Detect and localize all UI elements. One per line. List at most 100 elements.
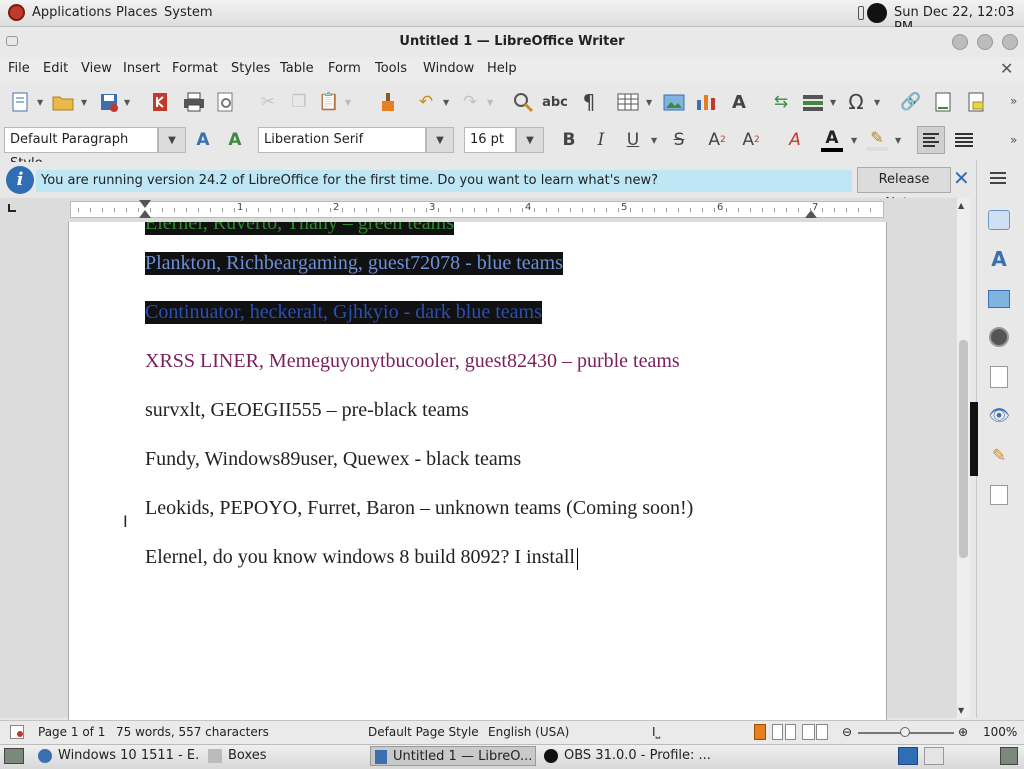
align-justify-icon[interactable] [950, 126, 978, 154]
menu-view[interactable]: View [81, 61, 112, 76]
taskbar-item-windows10[interactable]: Windows 10 1511 - E... [38, 746, 200, 766]
sidebar-menu-icon[interactable] [990, 172, 1006, 184]
highlight-color-icon[interactable]: ✎ [864, 128, 890, 152]
sidebar-collapse-handle[interactable] [970, 402, 978, 476]
align-left-icon[interactable] [917, 126, 945, 154]
font-color-dropdown-icon[interactable]: ▼ [851, 136, 857, 145]
redo-icon[interactable]: ↷ [457, 89, 483, 115]
new-style-icon[interactable]: A [222, 127, 248, 153]
menu-tools[interactable]: Tools [375, 61, 407, 76]
document-line[interactable]: Plankton, Richbeargaming, guest72078 - b… [145, 252, 563, 275]
show-desktop-icon[interactable] [4, 748, 24, 764]
highlight-dropdown-icon[interactable]: ▼ [895, 136, 901, 145]
clear-formatting-icon[interactable]: A [782, 127, 808, 153]
superscript-icon[interactable]: A2 [704, 127, 730, 153]
insert-comment-icon[interactable] [963, 89, 989, 115]
menu-format[interactable]: Format [172, 61, 218, 76]
minimize-button[interactable] [952, 34, 968, 50]
language[interactable]: English (USA) [488, 725, 569, 739]
insert-table-icon[interactable] [615, 89, 641, 115]
toolbar-overflow-icon[interactable]: » [1010, 94, 1017, 108]
special-character-dropdown-icon[interactable]: ▼ [874, 98, 880, 107]
properties-icon[interactable] [988, 210, 1010, 230]
cut-icon[interactable]: ✂ [255, 89, 281, 115]
undo-dropdown-icon[interactable]: ▼ [443, 98, 449, 107]
redo-dropdown-icon[interactable]: ▼ [487, 98, 493, 107]
obs-tray-icon[interactable] [867, 3, 887, 23]
strikethrough-icon[interactable]: S [666, 127, 692, 153]
zoom-out-icon[interactable]: ⊖ [842, 725, 852, 739]
formatting-marks-icon[interactable]: ¶ [576, 89, 602, 115]
menu-system[interactable]: System [164, 5, 212, 20]
close-infobar-icon[interactable]: ✕ [953, 166, 970, 190]
menu-table[interactable]: Table [280, 61, 314, 76]
clone-formatting-icon[interactable] [375, 89, 401, 115]
menu-insert[interactable]: Insert [123, 61, 160, 76]
document-line[interactable]: Leokids, PEPOYO, Furret, Baron – unknown… [145, 497, 693, 520]
print-icon[interactable] [181, 89, 207, 115]
new-dropdown-icon[interactable]: ▼ [37, 98, 43, 107]
document-line[interactable]: XRSS LINER, Memeguyonytbucooler, guest82… [145, 350, 680, 373]
indent-marker-icon[interactable] [139, 200, 151, 208]
menu-window[interactable]: Window [423, 61, 474, 76]
bold-icon[interactable]: B [556, 127, 582, 153]
field-dropdown-icon[interactable]: ▼ [830, 98, 836, 107]
document-line[interactable]: Elernel, Ruverto, Thany – green teams [145, 222, 454, 235]
navigator-icon[interactable] [989, 327, 1009, 347]
workspace-1-icon[interactable] [898, 747, 918, 765]
styles-icon[interactable]: A [986, 246, 1012, 272]
paste-dropdown-icon[interactable]: ▼ [345, 98, 351, 107]
menu-applications[interactable]: Applications [32, 5, 111, 20]
scroll-up-icon[interactable]: ▲ [958, 201, 964, 210]
document-line[interactable]: Fundy, Windows89user, Quewex - black tea… [145, 448, 521, 471]
document-modified-icon[interactable] [10, 725, 24, 739]
italic-icon[interactable]: I [588, 127, 614, 153]
document-text[interactable]: Elernel, Ruverto, Thany – green teams Pla… [68, 222, 885, 720]
menu-help[interactable]: Help [487, 61, 517, 76]
battery-icon[interactable] [858, 6, 864, 20]
table-dropdown-icon[interactable]: ▼ [646, 98, 652, 107]
menu-edit[interactable]: Edit [43, 61, 68, 76]
special-character-icon[interactable]: Ω [843, 89, 869, 115]
menu-form[interactable]: Form [328, 61, 361, 76]
new-document-icon[interactable] [7, 89, 33, 115]
design-icon[interactable] [990, 485, 1008, 505]
underline-dropdown-icon[interactable]: ▼ [651, 136, 657, 145]
zoom-level[interactable]: 100% [983, 725, 1017, 739]
insert-mode-icon[interactable]: I⎵ [652, 725, 660, 740]
subscript-icon[interactable]: A2 [738, 127, 764, 153]
insert-image-icon[interactable] [661, 89, 687, 115]
book-view-icon[interactable] [802, 724, 828, 740]
export-pdf-icon[interactable] [147, 89, 173, 115]
copy-icon[interactable]: ❐ [286, 89, 312, 115]
single-page-view-icon[interactable] [754, 724, 766, 740]
gallery-icon[interactable] [988, 290, 1010, 308]
menu-styles[interactable]: Styles [231, 61, 270, 76]
close-window-button[interactable] [1002, 34, 1018, 50]
paragraph-style-box[interactable]: Default Paragraph Style [4, 127, 158, 171]
tab-stop-type-icon[interactable] [8, 204, 16, 212]
distro-logo-icon[interactable] [8, 4, 25, 21]
update-style-icon[interactable]: A [190, 127, 216, 153]
underline-icon[interactable]: U [620, 127, 646, 153]
zoom-slider-handle[interactable] [900, 727, 910, 737]
menu-places[interactable]: Places [116, 5, 157, 20]
multi-page-view-icon[interactable] [772, 724, 796, 740]
manage-changes-icon[interactable]: ✎ [986, 443, 1012, 469]
insert-field-icon[interactable] [800, 89, 826, 115]
style-inspector-icon[interactable]: 👁 [986, 403, 1012, 429]
page-style[interactable]: Default Page Style [368, 725, 479, 739]
font-color-icon[interactable]: A [819, 128, 845, 152]
open-dropdown-icon[interactable]: ▼ [81, 98, 87, 107]
paragraph-style-dropdown-icon[interactable]: ▼ [158, 127, 186, 153]
insert-chart-icon[interactable] [693, 89, 719, 115]
paste-icon[interactable]: 📋 [316, 89, 342, 115]
format-toolbar-overflow-icon[interactable]: » [1010, 133, 1017, 147]
insert-text-box-icon[interactable]: A [726, 89, 752, 115]
close-document-icon[interactable]: ✕ [1000, 59, 1013, 78]
taskbar-item-boxes[interactable]: Boxes [208, 746, 358, 766]
document-line[interactable]: survxlt, GEOEGII555 – pre-black teams [145, 399, 469, 422]
insert-cross-reference-icon[interactable]: ⇆ [768, 89, 794, 115]
spelling-icon[interactable]: abc [542, 89, 568, 115]
open-folder-icon[interactable] [50, 89, 76, 115]
